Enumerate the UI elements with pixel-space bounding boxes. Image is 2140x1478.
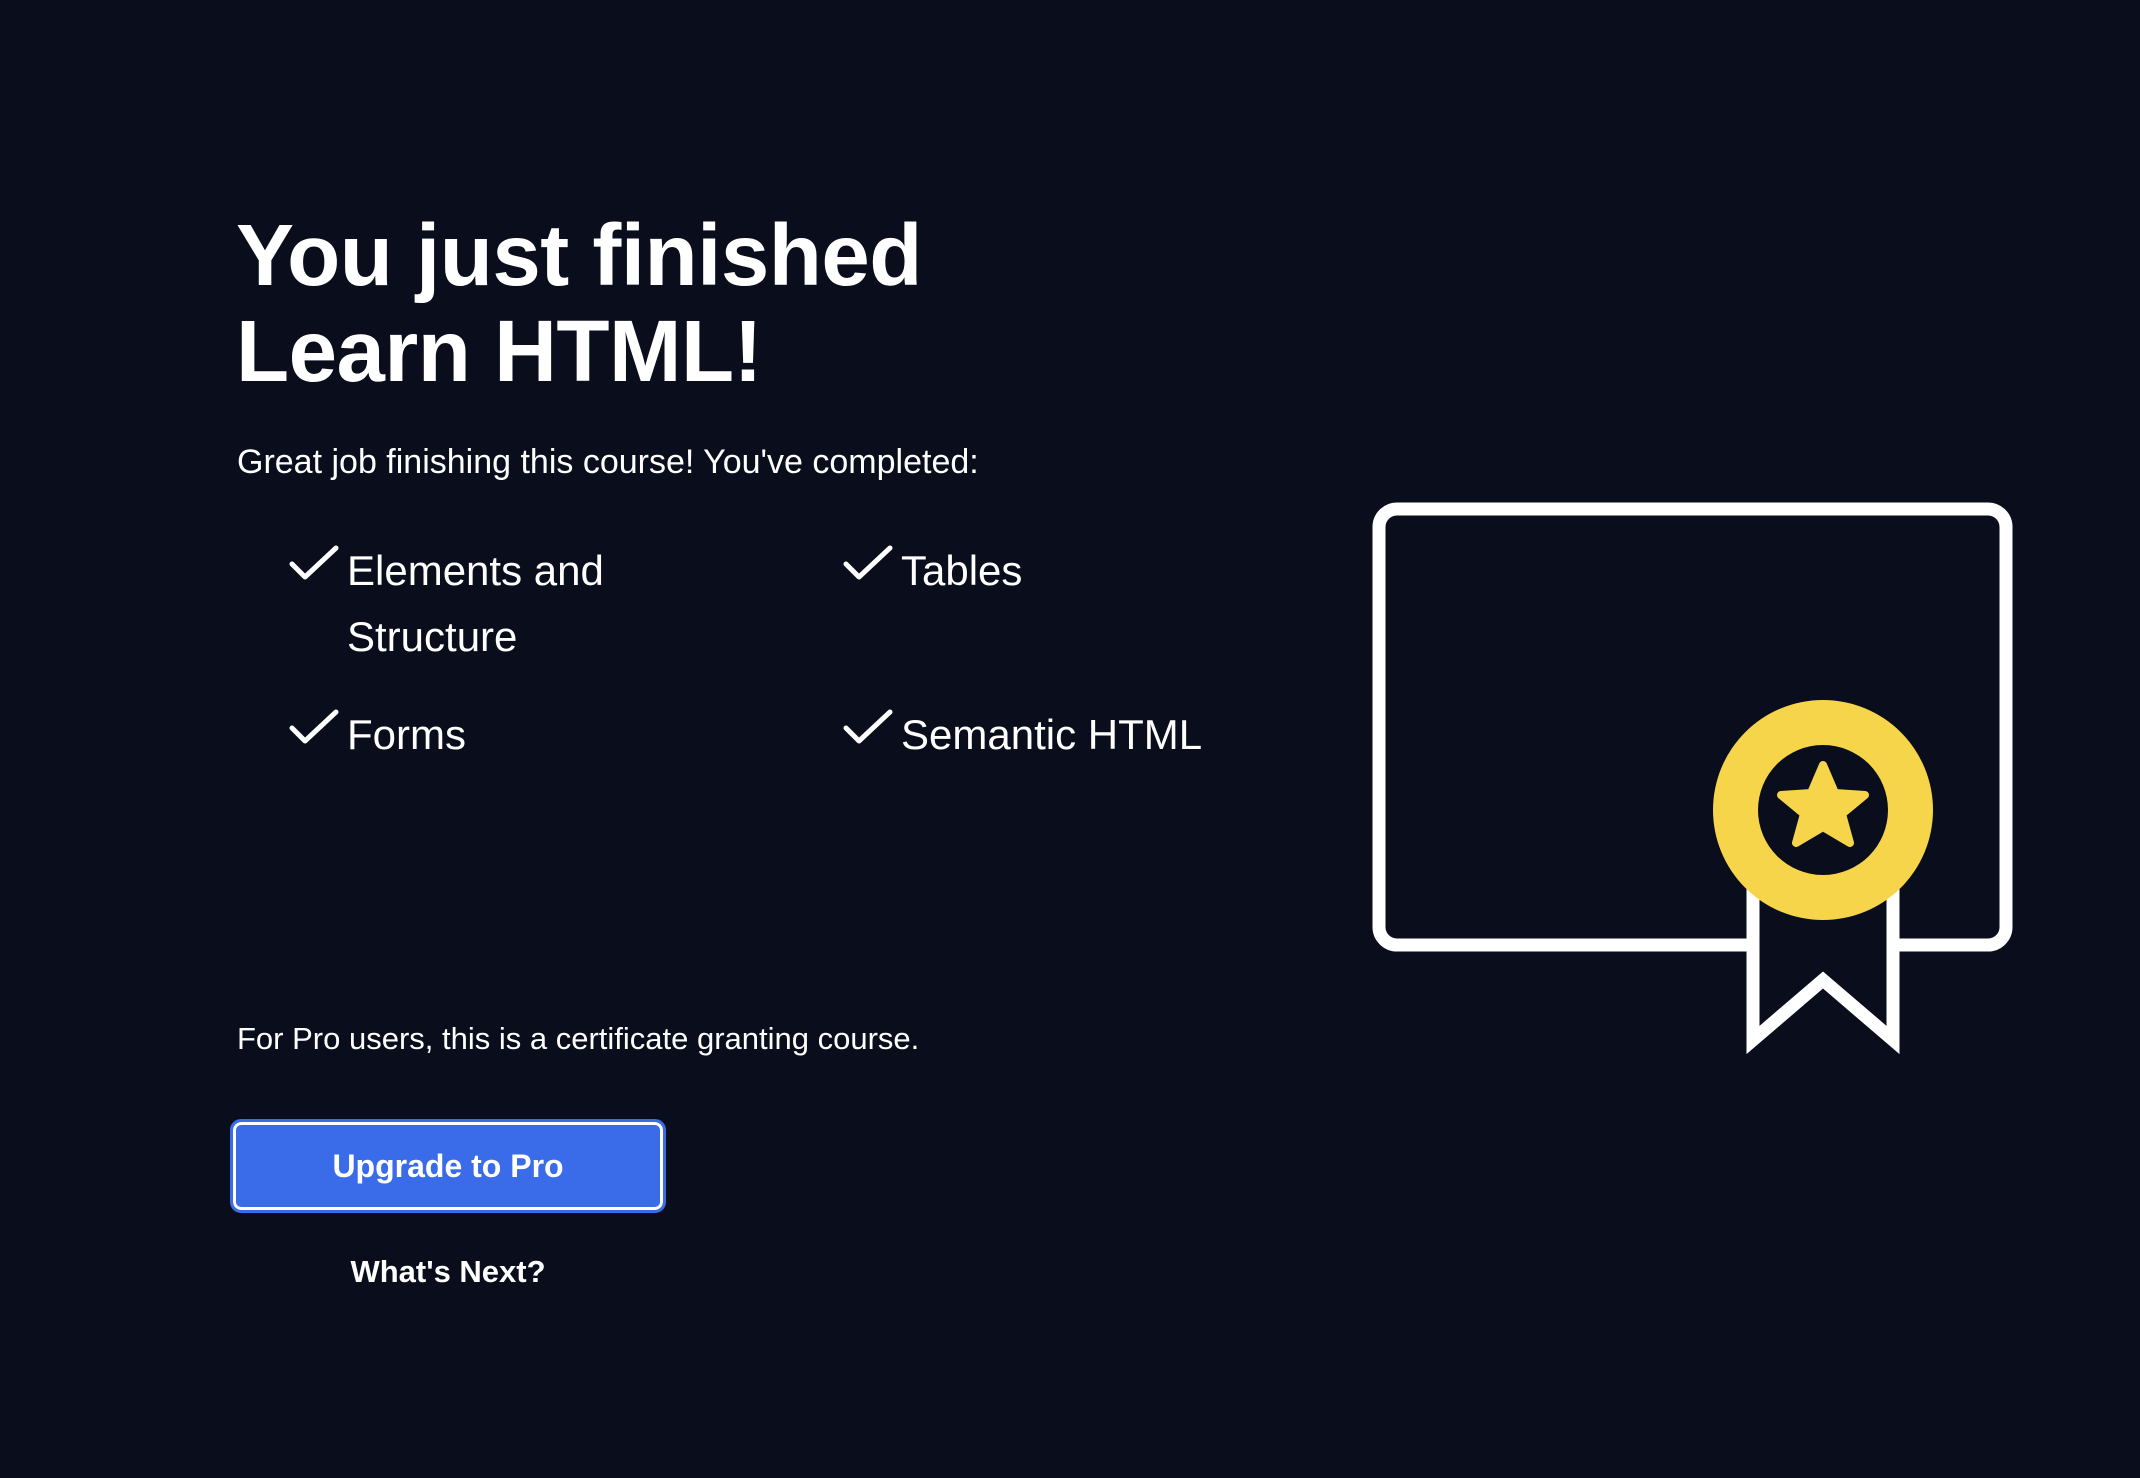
- star-badge-icon: [1713, 700, 1933, 920]
- course-completion-page: You just finished Learn HTML! Great job …: [0, 0, 2140, 1478]
- intro-text: Great job finishing this course! You've …: [237, 443, 979, 481]
- upgrade-to-pro-button[interactable]: Upgrade to Pro: [230, 1119, 666, 1213]
- completed-topic-label: Tables: [901, 547, 1023, 594]
- page-title-line-2: Learn HTML!: [236, 303, 763, 400]
- check-icon: [289, 545, 339, 580]
- check-icon: [843, 545, 893, 580]
- whats-next-link[interactable]: What's Next?: [233, 1250, 663, 1294]
- page-title-line-1: You just finished: [236, 207, 922, 304]
- completed-topic-label: Forms: [347, 711, 466, 758]
- page-title: You just finished Learn HTML!: [236, 208, 1056, 400]
- check-icon: [289, 709, 339, 744]
- check-icon: [843, 709, 893, 744]
- pro-certificate-note: For Pro users, this is a certificate gra…: [237, 1021, 920, 1056]
- completed-topic-label: Semantic HTML: [901, 711, 1203, 758]
- completed-topic-label: Elements and Structure: [347, 547, 604, 660]
- certificate-icon: [1372, 502, 2013, 1055]
